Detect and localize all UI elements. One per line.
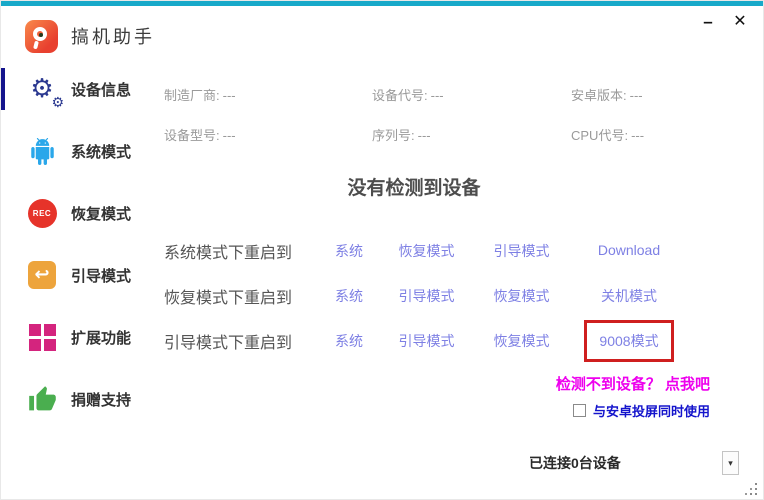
no-device-heading: 没有检测到设备: [347, 178, 481, 199]
sidebar-item-donate[interactable]: 捐赠支持: [1, 368, 149, 430]
chevron-down-icon[interactable]: ▾: [722, 451, 739, 475]
app-title: 搞机助手: [71, 27, 155, 47]
reboot-options: 系统模式下重启到 系统 恢复模式 引导模式 Download 恢复模式下重启到 …: [164, 228, 689, 363]
sidebar-item-recovery-mode[interactable]: REC 恢复模式: [1, 182, 149, 244]
reboot-link-download[interactable]: Download: [598, 242, 660, 258]
reboot-link-system[interactable]: 系统: [335, 243, 363, 259]
reboot-row-label: 系统模式下重启到: [164, 244, 293, 262]
body: ⚙ ⚙ 设备信息 系统模式 REC 恢复模式 ↩ 引导模式 扩展功能 捐赠支持 …: [1, 58, 763, 499]
window-controls: – ✕: [699, 13, 749, 31]
logo-stem: [33, 40, 39, 49]
grid-icon: [28, 323, 56, 351]
info-field-manufacturer: 制造厂商: ---: [164, 88, 236, 103]
reboot-link-recovery[interactable]: 恢复模式: [494, 288, 550, 304]
reboot-link-poweroff[interactable]: 关机模式: [601, 288, 657, 304]
titlebar: 搞机助手 – ✕: [1, 6, 763, 58]
reboot-link-recovery[interactable]: 恢复模式: [494, 333, 550, 349]
info-field-codename: 设备代号: ---: [372, 88, 444, 103]
gear-small-glyph: ⚙: [51, 95, 64, 111]
rec-icon: REC: [27, 198, 57, 228]
resize-grip[interactable]: [745, 483, 758, 496]
minimize-button[interactable]: –: [699, 13, 717, 31]
mirror-checkbox-label: 与安卓投屏同时使用: [592, 404, 710, 419]
sidebar: ⚙ ⚙ 设备信息 系统模式 REC 恢复模式 ↩ 引导模式 扩展功能 捐赠支持: [1, 58, 149, 499]
close-button[interactable]: ✕: [731, 13, 749, 31]
active-indicator: [1, 68, 5, 110]
reboot-row-system: 系统模式下重启到 系统 恢复模式 引导模式 Download: [164, 228, 689, 273]
sidebar-item-label: 扩展功能: [71, 329, 132, 347]
reboot-link-bootloader[interactable]: 引导模式: [399, 288, 455, 304]
connected-devices-value: 已连接0台设备: [529, 455, 621, 471]
reboot-link-9008-highlighted[interactable]: 9008模式: [584, 319, 674, 362]
gear-glyph: ⚙: [30, 74, 54, 104]
android-icon: [26, 135, 58, 167]
reboot-link-recovery[interactable]: 恢复模式: [399, 243, 455, 259]
app-window: 搞机助手 – ✕ ⚙ ⚙ 设备信息 系统模式 REC 恢复模式 ↩ 引导模式 扩…: [0, 0, 764, 500]
sidebar-item-extended-features[interactable]: 扩展功能: [1, 306, 149, 368]
reboot-row-recovery: 恢复模式下重启到 系统 引导模式 恢复模式 关机模式: [164, 273, 689, 318]
sidebar-item-label: 系统模式: [71, 143, 132, 161]
sidebar-item-system-mode[interactable]: 系统模式: [1, 120, 149, 182]
reboot-row-bootloader: 引导模式下重启到 系统 引导模式 恢复模式 9008模式: [164, 318, 689, 363]
app-logo-icon: [25, 19, 58, 53]
info-field-serial: 序列号: ---: [372, 128, 431, 143]
info-field-cpu: CPU代号: ---: [571, 128, 645, 143]
reboot-row-label: 恢复模式下重启到: [164, 289, 293, 307]
reboot-link-bootloader[interactable]: 引导模式: [399, 333, 455, 349]
sidebar-item-label: 引导模式: [71, 267, 132, 285]
info-field-model: 设备型号: ---: [164, 128, 236, 143]
logo-dot: [39, 32, 43, 37]
reboot-link-system[interactable]: 系统: [335, 333, 363, 349]
thumbs-up-icon: [26, 383, 58, 415]
reboot-row-label: 引导模式下重启到: [164, 334, 293, 352]
sidebar-item-label: 设备信息: [71, 81, 132, 99]
device-info-grid: 制造厂商: --- 设备代号: --- 安卓版本: --- 设备型号: --- 序列号:…: [164, 85, 751, 144]
sidebar-item-bootloader-mode[interactable]: ↩ 引导模式: [1, 244, 149, 306]
back-arrow-icon: ↩: [28, 261, 56, 289]
main-content: 制造厂商: --- 设备代号: --- 安卓版本: --- 设备型号: --- 序列号:…: [149, 58, 763, 499]
sidebar-item-device-info[interactable]: ⚙ ⚙ 设备信息: [1, 58, 149, 120]
reboot-link-system[interactable]: 系统: [335, 288, 363, 304]
connected-devices-dropdown[interactable]: 已连接0台设备 ▾: [529, 451, 739, 475]
mirror-checkbox-row[interactable]: 与安卓投屏同时使用: [572, 401, 710, 420]
sidebar-item-label: 捐赠支持: [71, 391, 132, 409]
device-not-detected-help-link[interactable]: 检测不到设备？ 点我吧: [556, 373, 710, 394]
info-field-android-version: 安卓版本: ---: [571, 88, 643, 103]
gears-icon: ⚙ ⚙: [26, 73, 64, 110]
reboot-link-bootloader[interactable]: 引导模式: [494, 243, 550, 259]
mirror-checkbox[interactable]: [572, 404, 586, 417]
sidebar-item-label: 恢复模式: [71, 205, 132, 223]
